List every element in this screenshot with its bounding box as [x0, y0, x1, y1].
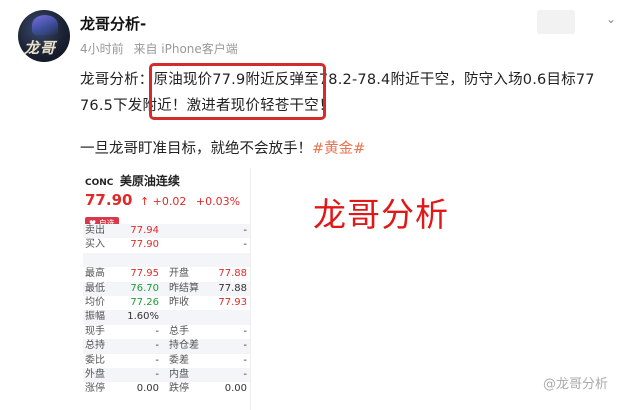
post-meta: 4小时前 来自 iPhone客户端	[80, 40, 244, 57]
quote-row: 委比 - 委差 -	[83, 354, 250, 368]
post-source: 来自 iPhone客户端	[133, 42, 238, 56]
quote-cell-value	[205, 253, 249, 267]
quote-change-pct: +0.03%	[195, 195, 241, 208]
highlight-annotation	[149, 63, 326, 120]
quote-cell-label: 涨停	[85, 383, 105, 395]
quote-cell-label: 昨结算	[169, 282, 199, 294]
quote-cell-value: -	[155, 368, 159, 380]
quote-cell-label: 开盘	[169, 268, 189, 280]
quote-cell-value: 77.95	[130, 268, 159, 280]
quote-cell-label: 委比	[85, 354, 105, 366]
quote-cell-value: -	[243, 325, 247, 337]
quote-cell-label: 委差	[169, 354, 189, 366]
quote-price: 77.90	[85, 191, 133, 209]
quote-header: CONC 美原油连续	[83, 168, 250, 189]
post-line-3: 一旦龙哥盯准目标，就绝不会放手！#黄金#	[80, 137, 365, 158]
quote-cell-label: 跌停	[169, 383, 189, 395]
quote-cell-value: -	[155, 354, 159, 366]
quote-cell-label	[163, 238, 205, 252]
quote-row: 最低 76.70 昨结算 77.88	[83, 281, 250, 296]
quote-cell-value: 0.00	[224, 383, 247, 395]
quote-cell-value: -	[243, 368, 247, 380]
quote-cell-value: -	[155, 340, 159, 352]
quote-row: 现手 - 总手 -	[83, 325, 250, 339]
watermark-title: 龙哥分析	[313, 195, 449, 234]
quote-code: CONC	[85, 178, 114, 188]
follow-button[interactable]	[537, 10, 575, 34]
quote-cell-value: 77.93	[218, 296, 247, 308]
quote-row: 均价 77.26 昨收 77.93	[83, 296, 250, 310]
quote-cell-label	[83, 253, 123, 267]
quote-cell-label: 最高	[85, 268, 105, 280]
quote-cell-label: 现手	[85, 325, 105, 337]
quote-row: 卖出 77.94 -	[83, 224, 250, 239]
quote-cell-label	[163, 253, 205, 267]
quote-cell-value: -	[155, 325, 159, 337]
hashtag-link[interactable]: #黄金#	[312, 141, 365, 157]
quote-cell-value: 77.26	[130, 296, 159, 308]
quote-cell-label	[163, 310, 205, 324]
quote-cell-label: 持仓差	[169, 340, 199, 352]
quote-cell-label: 均价	[85, 296, 105, 308]
quote-cell-value: -	[243, 239, 247, 251]
quote-cell-value: -	[243, 354, 247, 366]
quote-cell-label: 最低	[85, 282, 105, 294]
chevron-down-icon[interactable]: ⌄	[604, 12, 618, 26]
quote-cell-value	[205, 310, 249, 324]
quote-price-row: 77.90 ↑ +0.02 +0.03%	[83, 191, 250, 209]
post-time[interactable]: 4小时前	[80, 42, 124, 56]
quote-cell-label: 买入	[85, 239, 105, 251]
quote-cell-label: 卖出	[85, 225, 105, 236]
quote-screenshot[interactable]: CONC 美原油连续 77.90 ↑ +0.02 +0.03% ♥ 自选 卖出 7…	[83, 168, 251, 410]
quote-row: 涨停 0.00 跌停 0.00	[83, 382, 250, 396]
quote-cell-value: 1.60%	[127, 311, 159, 323]
quote-change: +0.02	[152, 195, 187, 208]
quote-cell-value: 77.88	[218, 268, 247, 280]
quote-cell-label: 总手	[169, 325, 189, 337]
quote-row	[83, 252, 250, 268]
quote-row: 买入 77.90 -	[83, 238, 250, 252]
quote-cell-value: 0.00	[136, 383, 159, 395]
up-arrow-icon: ↑	[139, 195, 150, 208]
avatar[interactable]: 龙哥	[18, 10, 70, 62]
quote-tag-row: ♥ 自选	[83, 211, 250, 230]
quote-cell-label: 昨收	[169, 296, 189, 308]
quote-row: 最高 77.95 开盘 77.88	[83, 267, 250, 281]
quote-table: 卖出 77.94 - 买入 77.90 - 最高 77.95 开盘 77.88 最低 76.70 昨结算…	[83, 224, 250, 397]
dragon-logo-icon	[32, 15, 58, 35]
quote-row: 总持 - 持仓差 -	[83, 339, 250, 354]
quote-cell-value: 77.88	[218, 282, 247, 294]
quote-cell-label: 外盘	[85, 368, 105, 380]
author-name[interactable]: 龙哥分析-	[80, 13, 146, 34]
quote-cell-value: -	[243, 340, 247, 352]
quote-cell-label: 振幅	[85, 311, 105, 323]
quote-name: 美原油连续	[119, 174, 180, 188]
quote-cell-value: 76.70	[130, 282, 159, 294]
quote-row: 振幅 1.60%	[83, 310, 250, 325]
watermark-handle: @龙哥分析	[543, 377, 609, 392]
quote-cell-value: -	[243, 225, 247, 236]
post-slogan: 一旦龙哥盯准目标，就绝不会放手！	[80, 141, 312, 157]
quote-cell-value: 77.90	[130, 239, 159, 251]
quote-cell-label	[163, 224, 205, 238]
quote-cell-label: 总持	[85, 340, 105, 352]
quote-cell-label: 内盘	[169, 368, 189, 380]
quote-cell-value: 77.94	[130, 225, 159, 236]
avatar-logo-text: 龙哥	[24, 39, 57, 57]
quote-row: 外盘 - 内盘 -	[83, 367, 250, 383]
quote-cell-value	[123, 253, 163, 267]
